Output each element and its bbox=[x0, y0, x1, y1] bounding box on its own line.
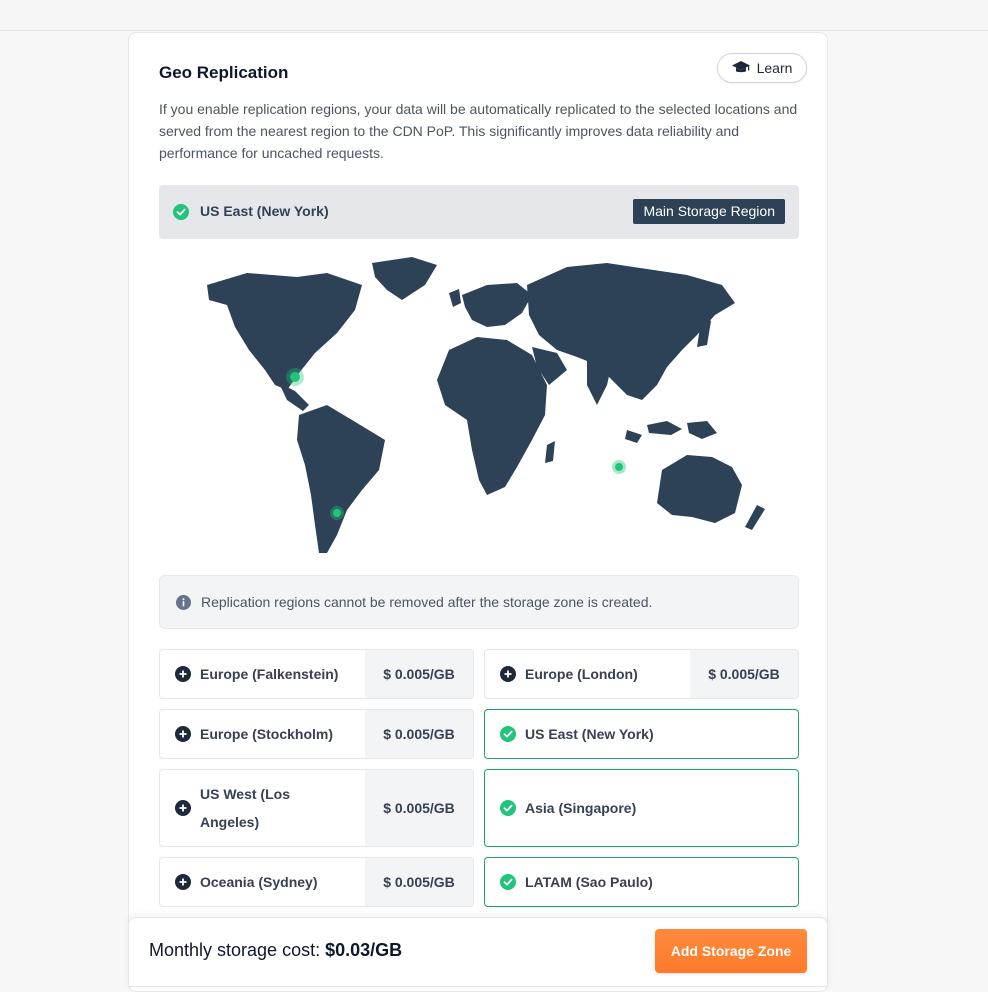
region-price: $ 0.005/GB bbox=[365, 650, 473, 698]
check-circle-icon bbox=[500, 874, 516, 890]
region-price: $ 0.005/GB bbox=[690, 650, 798, 698]
check-circle-icon bbox=[173, 204, 189, 220]
region-option[interactable]: Europe (Falkenstein) $ 0.005/GB bbox=[159, 649, 474, 699]
notice-text: Replication regions cannot be removed af… bbox=[201, 594, 653, 610]
cost-value: $0.03/GB bbox=[325, 940, 403, 960]
region-name: Europe (Stockholm) bbox=[200, 726, 334, 742]
learn-button-label: Learn bbox=[756, 60, 793, 76]
region-name: US West (Los Angeles) bbox=[200, 786, 290, 830]
region-option-selected[interactable]: US East (New York) bbox=[484, 709, 799, 759]
region-price: $ 0.005/GB bbox=[365, 858, 473, 906]
region-name: Oceania (Sydney) bbox=[200, 874, 318, 890]
main-region-name: US East (New York) bbox=[200, 203, 329, 219]
region-name: LATAM (Sao Paulo) bbox=[525, 874, 653, 890]
region-option[interactable]: Oceania (Sydney) $ 0.005/GB bbox=[159, 857, 474, 907]
plus-circle-icon bbox=[175, 666, 191, 682]
monthly-cost: Monthly storage cost: $0.03/GB bbox=[149, 940, 402, 961]
check-circle-icon bbox=[500, 800, 516, 816]
region-option-selected[interactable]: LATAM (Sao Paulo) bbox=[484, 857, 799, 907]
region-option[interactable]: Europe (London) $ 0.005/GB bbox=[484, 649, 799, 699]
region-name: Europe (London) bbox=[525, 666, 638, 682]
plus-circle-icon bbox=[175, 874, 191, 890]
top-bar bbox=[0, 0, 988, 31]
learn-button[interactable]: Learn bbox=[717, 53, 807, 83]
world-map bbox=[207, 257, 765, 553]
cost-label: Monthly storage cost: bbox=[149, 940, 326, 960]
plus-circle-icon bbox=[175, 800, 191, 816]
region-option[interactable]: Europe (Stockholm) $ 0.005/GB bbox=[159, 709, 474, 759]
main-region-badge: Main Storage Region bbox=[633, 199, 785, 224]
region-price: $ 0.005/GB bbox=[365, 770, 473, 846]
add-storage-zone-button[interactable]: Add Storage Zone bbox=[655, 929, 807, 973]
plus-circle-icon bbox=[500, 666, 516, 682]
plus-circle-icon bbox=[175, 726, 191, 742]
region-name: US East (New York) bbox=[525, 726, 654, 742]
region-price: $ 0.005/GB bbox=[365, 710, 473, 758]
region-name: Europe (Falkenstein) bbox=[200, 666, 339, 682]
geo-replication-card: Geo Replication Learn If you enable repl… bbox=[128, 32, 828, 992]
region-name: Asia (Singapore) bbox=[525, 800, 637, 816]
check-circle-icon bbox=[500, 726, 516, 742]
info-icon bbox=[176, 595, 191, 610]
section-title: Geo Replication bbox=[159, 63, 289, 82]
main-storage-region: US East (New York) Main Storage Region bbox=[159, 185, 799, 239]
footer-bar: Monthly storage cost: $0.03/GB Add Stora… bbox=[128, 917, 828, 987]
region-option-selected[interactable]: Asia (Singapore) bbox=[484, 769, 799, 847]
graduation-cap-icon bbox=[731, 61, 750, 73]
info-notice: Replication regions cannot be removed af… bbox=[159, 575, 799, 629]
description: If you enable replication regions, your … bbox=[159, 101, 798, 161]
region-option[interactable]: US West (Los Angeles) $ 0.005/GB bbox=[159, 769, 474, 847]
